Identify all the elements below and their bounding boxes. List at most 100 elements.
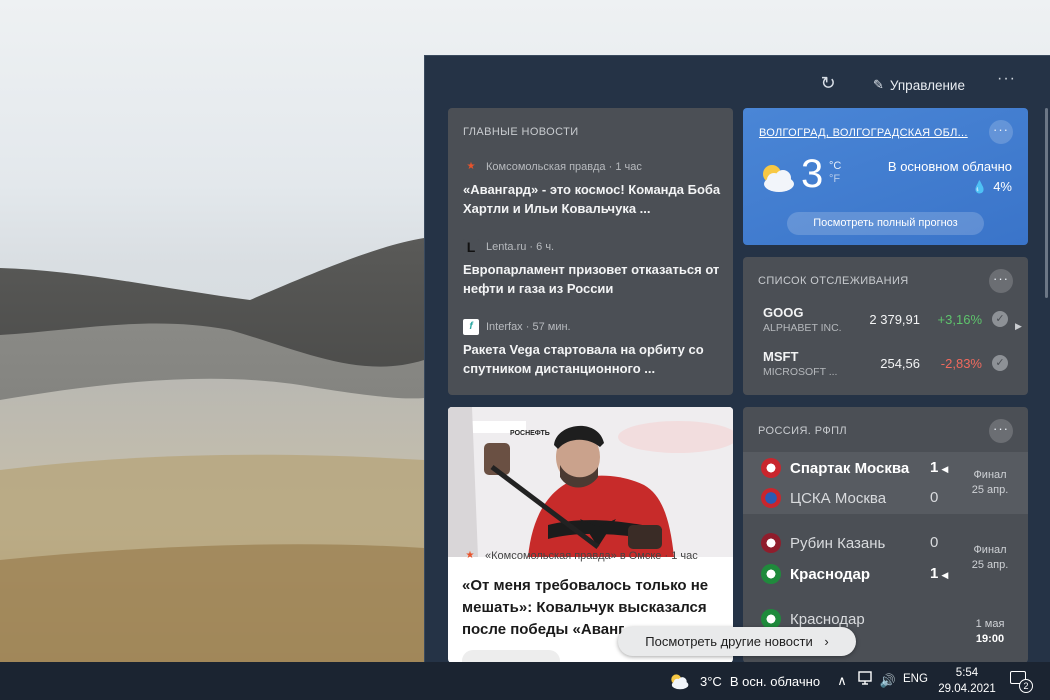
clock-time: 5:54	[955, 667, 979, 679]
top-news-title: ГЛАВНЫЕ НОВОСТИ	[463, 126, 579, 138]
news-photo[interactable]: РОСНЕФТЬ	[448, 407, 733, 557]
stock-name: MICROSOFT ...	[763, 366, 838, 378]
team-name: Рубин Казань	[790, 534, 886, 552]
check-icon[interactable]: ✓	[992, 311, 1008, 327]
news-headline[interactable]: «Авангард» - это космос! Команда Боба Ха…	[463, 180, 723, 218]
lenta-logo-icon: L	[463, 239, 479, 255]
more-news-label: Посмотреть другие новости	[645, 634, 813, 649]
partly-cloudy-icon	[671, 674, 689, 690]
match-status: Финал 25 апр.	[971, 544, 1009, 571]
team-home: Краснодар	[761, 609, 865, 629]
chevron-right-icon[interactable]: ▶	[1015, 321, 1022, 332]
news-item[interactable]: ★ Комсомольская правда · 1 час «Авангард…	[463, 159, 723, 218]
match-status: Финал 25 апр.	[971, 469, 1009, 496]
stock-symbol: GOOG	[763, 305, 804, 320]
image-news-source-row: ★ «Комсомольская правда» в Омске · 1 час	[462, 548, 698, 564]
team-name: Краснодар	[790, 565, 871, 583]
team-away: Краснодар	[761, 564, 870, 584]
watchlist-title: СПИСОК ОТСЛЕЖИВАНИЯ	[758, 275, 909, 287]
full-forecast-button[interactable]: Посмотреть полный прогноз	[787, 212, 984, 235]
team-name: Спартак Москва	[790, 459, 910, 477]
stock-price: 254,56	[880, 356, 920, 371]
match-row[interactable]: Спартак Москва 1 ◀ ЦСКА Москва 0 Финал 25…	[743, 452, 1028, 514]
scrollbar-thumb[interactable]	[1045, 108, 1048, 298]
taskbar-weather-text: В осн. облачно	[729, 673, 821, 689]
panel-scrollbar[interactable]	[1045, 108, 1049, 648]
weather-more-button[interactable]: ···	[989, 120, 1013, 144]
news-source: Interfax · 57 мин.	[486, 321, 571, 333]
more-news-button[interactable]: Посмотреть другие новости ›	[618, 627, 856, 656]
image-news-card[interactable]: РОСНЕФТЬ ★ «Комсомольская правда» в Омск…	[448, 407, 733, 662]
stock-change: +3,16%	[937, 312, 982, 327]
taskbar: 3°C В осн. облачно ∧ 🔊 ENG 5:54 29.04.20…	[0, 662, 1050, 700]
taskbar-clock[interactable]: 5:54 29.04.2021	[935, 665, 999, 697]
partly-cloudy-icon	[763, 165, 794, 192]
unit-fahrenheit[interactable]: °F	[829, 173, 841, 186]
weather-precipitation: 💧 4%	[972, 179, 1012, 194]
match-status: 1 мая 19:00	[975, 618, 1005, 645]
stock-change: -2,83%	[940, 356, 982, 371]
input-language[interactable]: ENG	[903, 673, 928, 685]
taskbar-weather-widget[interactable]: 3°C В осн. облачно	[668, 662, 820, 700]
manage-label: Управление	[889, 77, 965, 93]
news-headline[interactable]: Ракета Vega стартовала на орбиту со спут…	[463, 340, 723, 378]
network-icon[interactable]	[856, 671, 876, 691]
notification-center-icon[interactable]: 2	[1010, 671, 1034, 693]
interfax-logo-icon: f	[463, 319, 479, 335]
precipitation-value: 4%	[993, 179, 1012, 194]
stock-price: 2 379,91	[869, 312, 920, 327]
unit-celsius[interactable]: °C	[829, 160, 841, 172]
news-source: Lenta.ru · 6 ч.	[486, 241, 555, 253]
watchlist-more-button[interactable]: ···	[989, 269, 1013, 293]
news-source: «Комсомольская правда» в Омске · 1 час	[485, 550, 698, 562]
news-item[interactable]: L Lenta.ru · 6 ч. Европарламент призовет…	[463, 239, 723, 298]
more-options-button[interactable]: ···	[997, 70, 1016, 88]
clock-date: 29.04.2021	[938, 683, 996, 695]
rubin-logo-icon	[761, 533, 781, 553]
match-row[interactable]: Рубин Казань 0 Краснодар 1 ◀ Финал 25 апр…	[743, 529, 1028, 591]
team-name: Краснодар	[790, 610, 865, 628]
team-score: 1 ◀	[930, 459, 949, 476]
refresh-icon[interactable]: ↻	[817, 72, 839, 94]
watchlist-card: СПИСОК ОТСЛЕЖИВАНИЯ ··· GOOG ALPHABET IN…	[743, 257, 1028, 395]
pencil-icon: ✎	[873, 77, 884, 92]
volume-icon[interactable]: 🔊	[878, 671, 898, 691]
stock-row[interactable]: GOOG ALPHABET INC. 2 379,91 +3,16% ✓	[763, 305, 1008, 341]
temperature-units[interactable]: °C °F	[829, 160, 841, 186]
chevron-right-icon: ›	[824, 634, 829, 649]
stock-name: ALPHABET INC.	[763, 322, 842, 334]
sports-card: РОССИЯ. РФПЛ ··· Спартак Москва 1 ◀ ЦСКА …	[743, 407, 1028, 662]
notification-count-badge: 2	[1019, 679, 1033, 693]
raindrop-icon: 💧	[972, 179, 988, 194]
show-hidden-icons-chevron-icon[interactable]: ∧	[832, 671, 852, 691]
photo-sponsor-text: РОСНЕФТЬ	[510, 430, 550, 437]
krasnodar-logo-icon	[761, 564, 781, 584]
weather-card[interactable]: ВОЛГОГРАД, ВОЛГОГРАДСКАЯ ОБЛ... ··· 3 °C…	[743, 108, 1028, 245]
stock-row[interactable]: MSFT MICROSOFT ... 254,56 -2,83% ✓	[763, 349, 1008, 385]
weather-temperature: 3	[801, 152, 824, 196]
team-away: ЦСКА Москва	[761, 488, 886, 508]
cska-logo-icon	[761, 488, 781, 508]
stock-symbol: MSFT	[763, 349, 799, 364]
team-score: 1 ◀	[930, 565, 949, 582]
news-item[interactable]: f Interfax · 57 мин. Ракета Vega стартов…	[463, 319, 723, 378]
manage-button[interactable]: ✎ Управление	[873, 74, 965, 96]
kp-logo-icon: ★	[466, 161, 476, 172]
react-button[interactable]	[462, 650, 560, 662]
top-news-card: ГЛАВНЫЕ НОВОСТИ ★ Комсомольская правда ·…	[448, 108, 733, 395]
panel-header: ↻ ✎ Управление ···	[425, 56, 1050, 108]
taskbar-weather-temp: 3°C	[700, 673, 722, 689]
news-panel: ↻ ✎ Управление ··· ГЛАВНЫЕ НОВОСТИ ★ Ком…	[424, 55, 1050, 662]
krasnodar-logo-icon	[761, 609, 781, 629]
team-score: 0	[930, 489, 939, 506]
weather-location-link[interactable]: ВОЛГОГРАД, ВОЛГОГРАДСКАЯ ОБЛ...	[759, 127, 968, 139]
spartak-logo-icon	[761, 458, 781, 478]
kp-logo-icon: ★	[465, 550, 475, 561]
sports-more-button[interactable]: ···	[989, 419, 1013, 443]
team-name: ЦСКА Москва	[790, 489, 887, 507]
team-home: Рубин Казань	[761, 533, 885, 553]
news-source: Комсомольская правда · 1 час	[486, 161, 642, 173]
team-score: 0	[930, 534, 939, 551]
news-headline[interactable]: Европарламент призовет отказаться от неф…	[463, 260, 723, 298]
check-icon[interactable]: ✓	[992, 355, 1008, 371]
